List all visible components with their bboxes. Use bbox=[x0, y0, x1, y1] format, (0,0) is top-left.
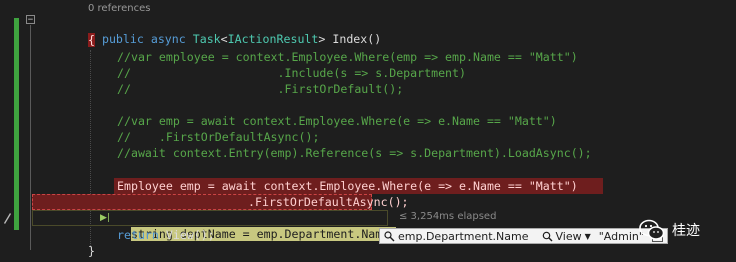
watermark-text: 桂迹 bbox=[672, 223, 700, 239]
method-signature: public async Task<IActionResult> Index() bbox=[101, 32, 382, 46]
datatip-expression[interactable]: emp.Department.Name bbox=[380, 230, 532, 243]
comment-line: // .FirstOrDefault(); bbox=[117, 82, 404, 96]
magnifier-icon bbox=[543, 231, 553, 241]
comment-line: //await context.Entry(emp).Reference(s =… bbox=[117, 146, 592, 160]
type-task: Task bbox=[192, 32, 221, 46]
fold-guide-line bbox=[30, 25, 31, 250]
debugger-datatip[interactable]: emp.Department.Name View ▼ "Admin" bbox=[379, 228, 668, 244]
open-brace: { bbox=[88, 33, 95, 47]
visualizer-view-button[interactable]: View ▼ bbox=[538, 230, 594, 243]
pen-edit-icon bbox=[2, 210, 12, 224]
codelens-references[interactable]: 0 references bbox=[88, 3, 151, 14]
execution-arrow-icon: ▶| bbox=[100, 213, 110, 223]
comment-line: //var employee = context.Employee.Where(… bbox=[117, 50, 578, 64]
comment-line: // .Include(s => s.Department) bbox=[117, 66, 467, 80]
editor-gutter: − bbox=[0, 0, 36, 262]
view-label: View bbox=[555, 229, 582, 243]
pin-icon[interactable] bbox=[384, 230, 395, 242]
keyword-public: public bbox=[101, 32, 144, 46]
comment-line: //var emp = await context.Employee.Where… bbox=[117, 114, 557, 128]
collapse-toggle-icon[interactable]: − bbox=[26, 15, 35, 25]
type-iactionresult: IActionResult bbox=[227, 32, 319, 46]
breakpoint-statement[interactable]: Employee emp = await context.Employee.Wh… bbox=[117, 178, 578, 194]
breakpoint-statement-continued[interactable]: .FirstOrDefaultAsync(); bbox=[248, 194, 409, 210]
comment-line: // .FirstOrDefaultAsync(); bbox=[117, 130, 320, 144]
watermark: 桂迹 bbox=[638, 218, 700, 242]
keyword-async: async bbox=[150, 32, 186, 46]
return-statement: return View(); bbox=[117, 228, 215, 242]
change-bar bbox=[14, 18, 19, 230]
datatip-expression-text: emp.Department.Name bbox=[398, 229, 529, 243]
dropdown-arrow-icon[interactable]: ▼ bbox=[585, 232, 591, 241]
close-brace: } bbox=[88, 244, 95, 258]
perf-tip[interactable]: ≤ 3,254ms elapsed bbox=[399, 211, 496, 222]
method-name: Index() bbox=[332, 32, 382, 46]
wechat-icon bbox=[638, 218, 666, 242]
